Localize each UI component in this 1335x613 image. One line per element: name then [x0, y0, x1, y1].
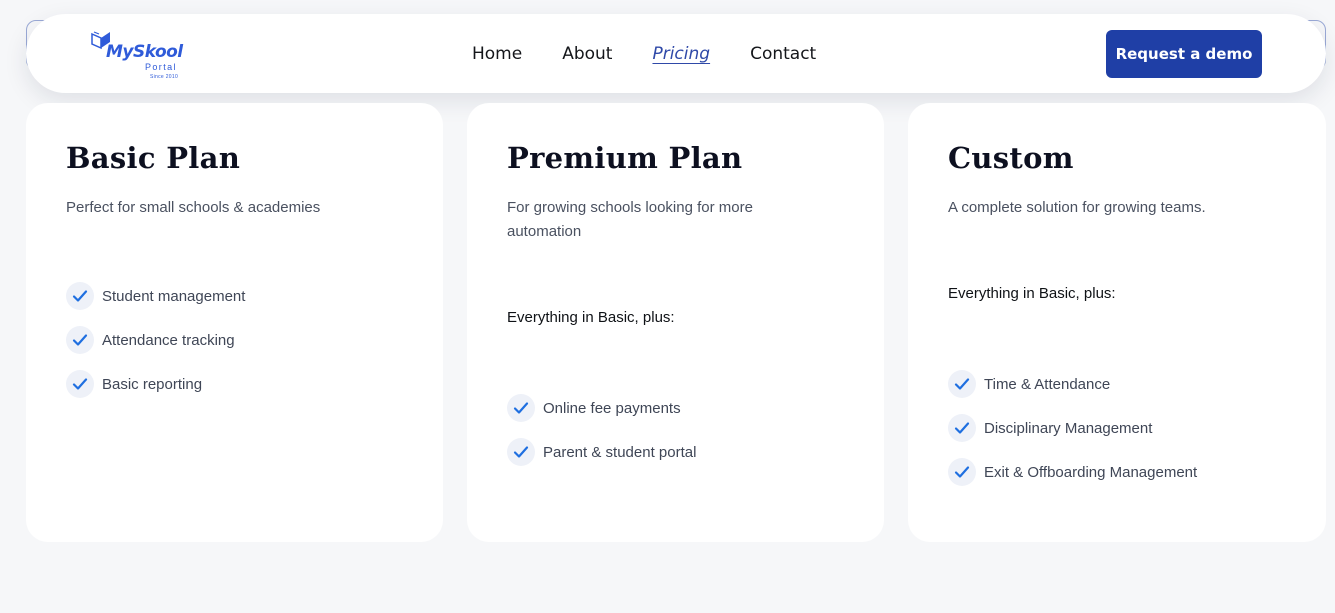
- check-icon: [507, 394, 535, 422]
- feature-label: Attendance tracking: [102, 331, 235, 349]
- plan-title: Basic Plan: [66, 141, 241, 175]
- brand-subtitle: Portal: [145, 62, 177, 72]
- check-icon: [948, 458, 976, 486]
- feature-label: Parent & student portal: [543, 443, 697, 461]
- plan-card-custom: Custom A complete solution for growing t…: [908, 103, 1326, 542]
- check-icon: [66, 370, 94, 398]
- feature-item: Online fee payments: [507, 394, 681, 422]
- plan-card-basic: Basic Plan Perfect for small schools & a…: [26, 103, 443, 542]
- feature-label: Disciplinary Management: [984, 419, 1153, 437]
- nav-contact[interactable]: Contact: [750, 42, 816, 66]
- plan-title: Custom: [948, 141, 1074, 175]
- plan-description: A complete solution for growing teams.: [948, 199, 1206, 216]
- feature-item: Time & Attendance: [948, 370, 1110, 398]
- feature-label: Time & Attendance: [984, 375, 1111, 393]
- feature-label: Student management: [102, 287, 246, 305]
- check-icon: [66, 282, 94, 310]
- nav-pricing[interactable]: Pricing: [652, 42, 710, 66]
- plan-description: For growing schools looking for more aut…: [507, 199, 753, 240]
- plan-plus-label: Everything in Basic, plus:: [948, 285, 1116, 302]
- brand-since: Since 2010: [150, 74, 179, 80]
- main-menu: Home About Pricing Contact: [472, 42, 856, 66]
- brand-logo[interactable]: MySkool Portal Since 2010: [88, 28, 188, 82]
- plan-description: Perfect for small schools & academies: [66, 199, 321, 216]
- plan-card-premium: Premium Plan For growing schools looking…: [467, 103, 884, 542]
- feature-item: Parent & student portal: [507, 438, 696, 466]
- check-icon: [948, 414, 976, 442]
- request-demo-button[interactable]: Request a demo: [1106, 30, 1262, 78]
- feature-item: Attendance tracking: [66, 326, 235, 354]
- check-icon: [507, 438, 535, 466]
- brand-name: MySkool: [106, 42, 183, 62]
- feature-item: Basic reporting: [66, 370, 202, 398]
- feature-item: Disciplinary Management: [948, 414, 1152, 442]
- feature-item: Exit & Offboarding Management: [948, 458, 1197, 486]
- feature-label: Exit & Offboarding Management: [984, 463, 1198, 481]
- nav-about[interactable]: About: [562, 42, 612, 66]
- navbar: MySkool Portal Since 2010 Home About Pri…: [26, 14, 1326, 93]
- feature-item: Student management: [66, 282, 245, 310]
- check-icon: [66, 326, 94, 354]
- plan-title: Premium Plan: [507, 141, 743, 175]
- check-icon: [948, 370, 976, 398]
- nav-home[interactable]: Home: [472, 42, 522, 66]
- plan-plus-label: Everything in Basic, plus:: [507, 309, 675, 326]
- feature-label: Online fee payments: [543, 399, 681, 417]
- feature-label: Basic reporting: [102, 375, 203, 393]
